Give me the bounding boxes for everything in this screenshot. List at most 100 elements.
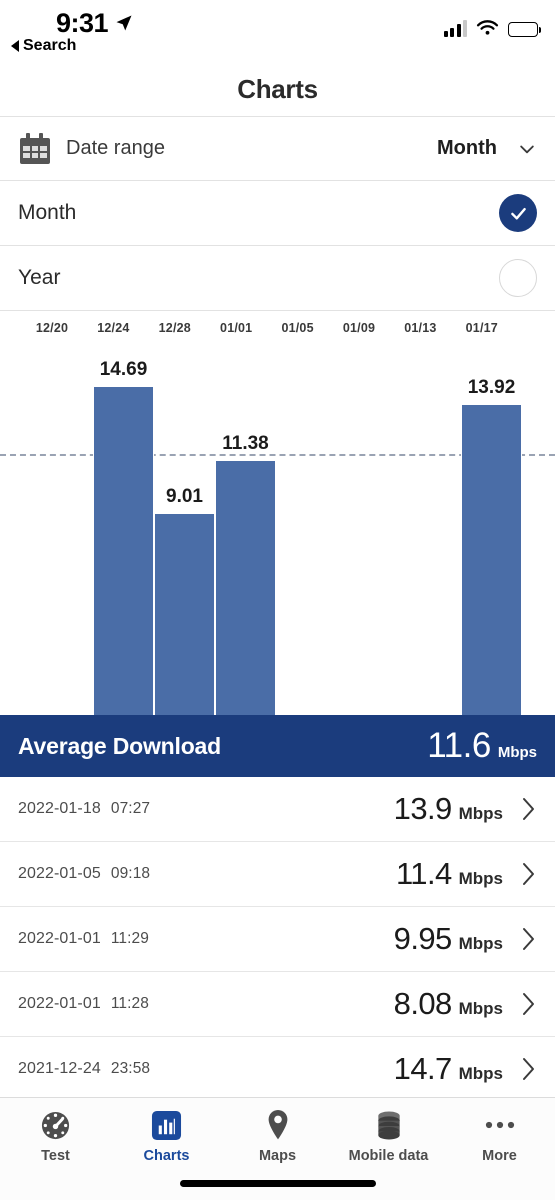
result-value: 11.4 (395, 856, 452, 891)
result-date: 2022-01-05 (18, 865, 101, 882)
bar-chart-icon (151, 1108, 182, 1142)
chevron-right-icon[interactable] (521, 926, 537, 952)
status-indicators (443, 20, 541, 37)
result-value-group: 14.7 Mbps (394, 1051, 503, 1087)
chevron-right-icon[interactable] (521, 861, 537, 887)
result-value-group: 8.08 Mbps (394, 986, 503, 1022)
tab-test[interactable]: Test (0, 1108, 111, 1164)
page-title: Charts (237, 73, 318, 104)
result-value-group: 9.95 Mbps (394, 921, 503, 957)
chart-plot-area: 14.69 9.01 11.38 13.92 (0, 347, 555, 715)
x-axis-tick: 12/28 (158, 321, 191, 335)
result-value: 13.9 (393, 791, 453, 826)
app-screen: 9:31 Search Charts Date range Month Mont… (0, 0, 555, 1200)
bar-value-label: 9.01 (166, 486, 203, 508)
back-triangle-icon (11, 40, 19, 52)
tab-label: Charts (143, 1148, 190, 1164)
tab-label: Mobile data (348, 1148, 429, 1164)
back-to-search-button[interactable]: Search (11, 37, 76, 55)
result-time: 23:58 (110, 1060, 151, 1077)
result-row[interactable]: 2022-01-18 07:27 13.9 Mbps (0, 777, 555, 842)
chart-bar[interactable] (154, 514, 215, 715)
result-value-group: 13.9 Mbps (394, 791, 503, 827)
result-date: 2022-01-01 (18, 995, 101, 1012)
option-month-label: Month (18, 201, 77, 224)
average-download-value-group: 11.6 Mbps (427, 726, 537, 766)
result-unit: Mbps (458, 934, 503, 953)
chevron-right-icon[interactable] (521, 796, 537, 822)
x-axis-tick: 12/20 (35, 321, 69, 335)
result-datetime: 2022-01-05 09:18 (18, 865, 150, 883)
average-download-unit: Mbps (497, 744, 537, 761)
result-date: 2021-12-24 (18, 1060, 101, 1077)
calendar-icon (18, 132, 52, 165)
chart-bar[interactable] (215, 461, 276, 715)
result-row[interactable]: 2022-01-05 09:18 11.4 Mbps (0, 842, 555, 907)
bar-value-label: 11.38 (222, 433, 269, 455)
tab-label: More (482, 1148, 517, 1164)
speedometer-icon (40, 1108, 71, 1142)
tab-maps[interactable]: Maps (222, 1108, 333, 1164)
tab-mobile-data[interactable]: Mobile data (333, 1108, 444, 1164)
result-datetime: 2021-12-24 23:58 (18, 1060, 150, 1078)
result-unit: Mbps (458, 869, 503, 888)
x-axis-tick: 01/05 (281, 321, 314, 335)
tab-label: Maps (258, 1148, 297, 1164)
check-icon (510, 207, 526, 220)
result-date: 2022-01-01 (18, 930, 101, 947)
date-range-value: Month (437, 137, 497, 159)
x-axis-tick: 12/24 (97, 321, 130, 335)
x-axis-tick: 01/13 (404, 321, 437, 335)
map-pin-icon (264, 1108, 292, 1142)
ellipsis-icon (484, 1108, 516, 1142)
results-list: 2022-01-18 07:27 13.9 Mbps 2022-01-05 09:18 11… (0, 777, 555, 1102)
battery-icon (508, 22, 541, 37)
result-row[interactable]: 2022-01-01 11:28 8.08 Mbps (0, 972, 555, 1037)
result-time: 07:27 (110, 800, 151, 817)
average-download-title: Average Download (18, 732, 221, 759)
option-year[interactable]: Year (0, 246, 555, 310)
chart-bar[interactable] (93, 387, 154, 715)
database-icon (375, 1108, 403, 1142)
chevron-right-icon[interactable] (521, 991, 537, 1017)
status-time: 9:31 (56, 8, 109, 38)
tab-label: Test (41, 1148, 70, 1164)
chevron-down-icon[interactable] (517, 139, 537, 159)
result-time: 11:29 (110, 930, 149, 947)
result-value: 9.95 (393, 921, 453, 956)
tab-more[interactable]: More (444, 1108, 555, 1164)
option-month[interactable]: Month (0, 181, 555, 245)
status-bar: 9:31 Search (0, 0, 555, 62)
date-range-row[interactable]: Date range Month (0, 117, 555, 180)
x-axis-tick: 01/17 (465, 321, 498, 335)
chevron-right-icon[interactable] (521, 1056, 537, 1082)
date-range-label: Date range (66, 137, 165, 159)
option-year-radio-unselected[interactable] (499, 259, 537, 297)
result-value-group: 11.4 Mbps (396, 856, 503, 892)
bar-value-label: 13.92 (467, 376, 516, 398)
option-month-radio-selected[interactable] (499, 194, 537, 232)
average-download-banner: Average Download 11.6 Mbps (0, 715, 555, 777)
chart-x-axis: 12/20 12/24 12/28 01/01 01/05 01/09 01/13 01/17 (0, 321, 555, 343)
location-arrow-icon (116, 15, 132, 31)
chart-bar[interactable] (461, 404, 522, 715)
tab-charts[interactable]: Charts (111, 1108, 222, 1164)
download-speed-bar-chart: 12/20 12/24 12/28 01/01 01/05 01/09 01/13 01/17… (0, 311, 555, 715)
result-datetime: 2022-01-18 07:27 (18, 800, 150, 818)
option-year-label: Year (18, 266, 61, 289)
result-row[interactable]: 2022-01-01 11:29 9.95 Mbps (0, 907, 555, 972)
average-download-value: 11.6 (427, 726, 491, 765)
x-axis-tick: 01/09 (342, 321, 376, 335)
x-axis-tick: 01/01 (220, 321, 253, 335)
cellular-signal-icon (443, 20, 467, 37)
result-unit: Mbps (458, 1064, 503, 1083)
result-time: 09:18 (110, 865, 151, 882)
result-unit: Mbps (458, 999, 503, 1018)
result-row[interactable]: 2021-12-24 23:58 14.7 Mbps (0, 1037, 555, 1102)
result-value: 14.7 (393, 1051, 453, 1086)
result-value: 8.08 (393, 986, 453, 1021)
result-datetime: 2022-01-01 11:28 (18, 995, 149, 1013)
back-label: Search (23, 37, 77, 54)
result-datetime: 2022-01-01 11:29 (18, 930, 149, 948)
result-unit: Mbps (458, 804, 503, 823)
